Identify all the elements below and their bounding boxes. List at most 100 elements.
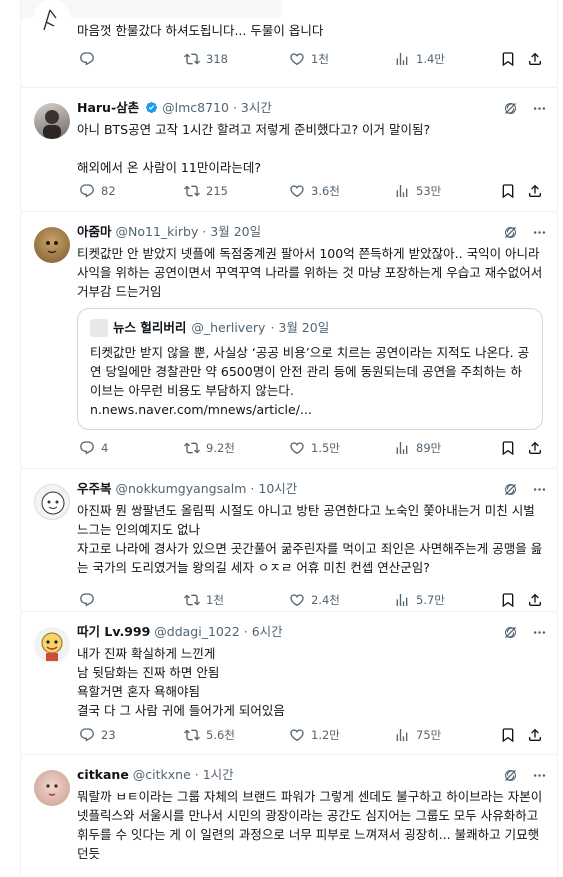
avatar[interactable] <box>34 0 70 36</box>
reply-count: 23 <box>101 728 116 742</box>
grok-icon[interactable] <box>503 625 518 640</box>
grok-icon[interactable] <box>503 101 518 116</box>
reply-button[interactable] <box>79 51 101 67</box>
reply-button[interactable] <box>79 592 101 608</box>
tweet-time[interactable]: · 10시간 <box>250 481 297 496</box>
bookmark-icon <box>500 727 516 743</box>
author-handle[interactable]: @nokkumgyangsalm <box>116 481 247 496</box>
reply-icon <box>79 183 95 199</box>
share-button[interactable] <box>527 727 543 743</box>
more-icon[interactable] <box>532 101 547 116</box>
quote-link[interactable]: n.news.naver.com/mnews/article/... <box>90 402 312 417</box>
tweet-time[interactable]: · 1시간 <box>195 767 234 782</box>
like-icon <box>289 51 305 67</box>
more-icon[interactable] <box>532 625 547 640</box>
views-button[interactable]: 89만 <box>394 440 441 456</box>
grok-icon[interactable] <box>503 225 518 240</box>
retweet-count: 318 <box>206 52 228 66</box>
share-icon <box>527 440 543 456</box>
grok-icon[interactable] <box>503 768 518 783</box>
share-button[interactable] <box>527 440 543 456</box>
bookmark-button[interactable] <box>500 592 516 608</box>
more-icon[interactable] <box>532 768 547 783</box>
avatar[interactable] <box>34 627 70 663</box>
views-icon <box>394 440 410 456</box>
author-name[interactable]: citkane <box>77 767 129 782</box>
avatar[interactable] <box>34 484 70 520</box>
bookmark-icon <box>500 51 516 67</box>
tweet-header: 우주복 @nokkumgyangsalm · 10시간 <box>77 479 547 499</box>
avatar[interactable] <box>34 103 70 139</box>
views-button[interactable]: 75만 <box>394 727 441 743</box>
views-count: 89만 <box>416 441 442 455</box>
tweet-time[interactable]: · 6시간 <box>244 624 283 639</box>
like-count: 1.2만 <box>311 728 340 742</box>
author-name[interactable]: 우주복 <box>77 481 112 496</box>
author-handle[interactable]: @No11_kirby <box>116 224 199 239</box>
share-button[interactable] <box>527 592 543 608</box>
retweet-icon <box>184 51 200 67</box>
bookmark-button[interactable] <box>500 440 516 456</box>
tweet-item[interactable]: 우주복 @nokkumgyangsalm · 10시간 아진짜 뭔 쌍팔년도 올… <box>21 469 557 612</box>
retweet-count: 5.6천 <box>206 728 235 742</box>
retweet-count: 1천 <box>206 593 224 607</box>
author-handle[interactable]: @citkxne <box>133 767 191 782</box>
tweet-text: 티켓값만 안 받았지 넷플에 독점중계권 팔아서 100억 쯘득하게 받았잖아.… <box>77 246 543 299</box>
tweet-item[interactable]: citkane @citkxne · 1시간 뭐랄까 ㅂㅌ이라는 그룹 자체의 … <box>21 755 558 877</box>
views-count: 53만 <box>416 184 442 198</box>
more-icon[interactable] <box>532 225 547 240</box>
retweet-button[interactable]: 318 <box>184 51 228 67</box>
views-icon <box>394 592 410 608</box>
tweet-time[interactable]: · 3시간 <box>233 100 272 115</box>
retweet-count: 9.2천 <box>206 441 235 455</box>
tweet-item[interactable]: 따기 Lv.999 @ddagi_1022 · 6시간 내가 진짜 확실하게 느… <box>21 612 557 755</box>
like-button[interactable]: 1.5만 <box>289 440 340 456</box>
tweet-item[interactable]: Haru-삼촌 @lmc8710 · 3시간 아니 BTS공연 고작 1시간 할… <box>21 88 557 212</box>
like-button[interactable]: 3.6천 <box>289 183 340 199</box>
avatar[interactable] <box>34 227 70 263</box>
views-button[interactable]: 1.4만 <box>394 51 445 67</box>
retweet-button[interactable]: 215 <box>184 183 228 199</box>
tweet-item[interactable]: 아줌마 @No11_kirby · 3월 20일 티켓값만 안 받았지 넷플에 … <box>21 212 557 469</box>
reply-button[interactable]: 4 <box>79 440 108 456</box>
author-name[interactable]: 아줌마 <box>77 224 112 239</box>
share-button[interactable] <box>527 183 543 199</box>
verified-icon <box>145 101 158 114</box>
quote-text-body: 티켓값만 받지 않을 뿐, 사실상 ‘공공 비용’으로 치르는 공연이라는 지적… <box>90 345 530 398</box>
like-icon <box>289 727 305 743</box>
retweet-button[interactable]: 5.6천 <box>184 727 235 743</box>
tweet-time[interactable]: · 3월 20일 <box>202 224 261 239</box>
reply-button[interactable]: 23 <box>79 727 116 743</box>
retweet-button[interactable]: 1천 <box>184 592 224 608</box>
reply-button[interactable]: 82 <box>79 183 116 199</box>
author-name[interactable]: Haru-삼촌 <box>77 100 139 115</box>
views-count: 1.4만 <box>416 52 445 66</box>
like-button[interactable]: 1천 <box>289 51 329 67</box>
views-count: 5.7만 <box>416 593 445 607</box>
bookmark-button[interactable] <box>500 183 516 199</box>
quoted-tweet[interactable]: 뉴스 헐리버리 @_herlivery · 3월 20일 티켓값만 받지 않을 … <box>77 308 543 430</box>
bookmark-button[interactable] <box>500 51 516 67</box>
grok-icon[interactable] <box>503 482 518 497</box>
tweet-text: 뭐랄까 ㅂㅌ이라는 그룹 자체의 브랜드 파워가 그렇게 센데도 불구하고 하이… <box>77 789 543 861</box>
timeline-feed: 마음껏 한물갔다 하셔도됩니다... 두물이 옵니다 318 1천 1.4만 H… <box>20 0 558 877</box>
author-handle[interactable]: @ddagi_1022 <box>154 624 240 639</box>
author-name[interactable]: 따기 Lv.999 <box>77 624 150 639</box>
views-button[interactable]: 53만 <box>394 183 441 199</box>
views-button[interactable]: 5.7만 <box>394 592 445 608</box>
share-button[interactable] <box>527 51 543 67</box>
views-icon <box>394 183 410 199</box>
like-count: 2.4천 <box>311 593 340 607</box>
avatar[interactable] <box>34 770 70 806</box>
author-handle[interactable]: @lmc8710 <box>162 100 229 115</box>
more-icon[interactable] <box>532 482 547 497</box>
tweet-item[interactable]: 마음껏 한물갔다 하셔도됩니다... 두물이 옵니다 318 1천 1.4만 <box>21 0 557 88</box>
reply-icon <box>79 51 95 67</box>
bookmark-button[interactable] <box>500 727 516 743</box>
like-button[interactable]: 2.4천 <box>289 592 340 608</box>
share-icon <box>527 51 543 67</box>
like-button[interactable]: 1.2만 <box>289 727 340 743</box>
retweet-button[interactable]: 9.2천 <box>184 440 235 456</box>
tweet-actions: 4 9.2천 1.5만 89만 <box>77 438 547 458</box>
tweet-actions: 1천 2.4천 5.7만 <box>77 590 547 610</box>
